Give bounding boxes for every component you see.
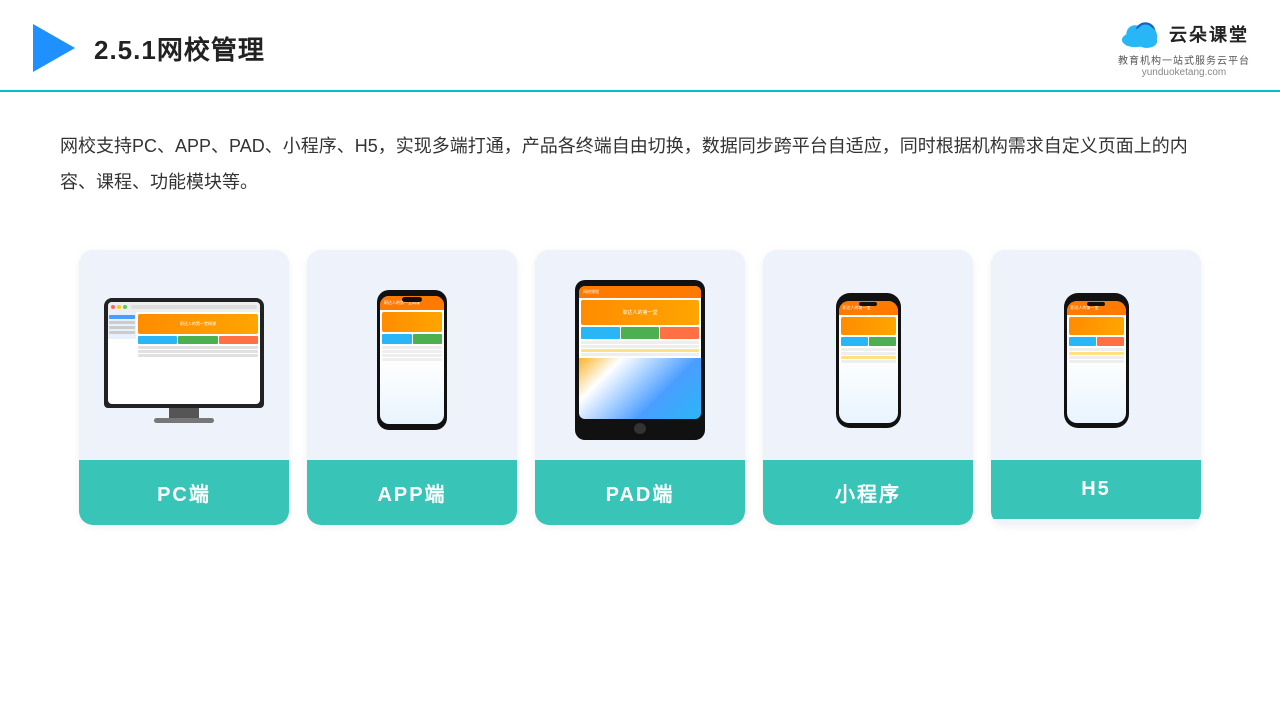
miniapp-phone-mockup: 职达人的第一堂 (836, 293, 901, 428)
logo-area: 云朵课堂 教育机构一站式服务云平台 yunduoketang.com (1118, 18, 1250, 78)
phone-screen: 职达人的第一堂网课 (380, 296, 444, 424)
card-miniapp-image: 职达人的第一堂 (763, 250, 973, 460)
h5-phone-notch (1087, 302, 1105, 306)
card-h5: 职达人的第一堂 H5 (991, 250, 1201, 525)
mini-phone-screen: 职达人的第一堂 (839, 301, 898, 423)
cards-container: 职达人的第一堂网课 (0, 230, 1280, 525)
monitor-base (154, 418, 214, 423)
card-pad: 网校课程 职达人的第一堂 (535, 250, 745, 525)
header: 2.5.1网校管理 云朵课堂 教育机构一站式服务云平台 yunduoketang… (0, 0, 1280, 92)
card-pc-label: PC端 (79, 460, 289, 525)
monitor-stand (169, 408, 199, 418)
pc-mockup: 职达人的第一堂网课 (104, 298, 264, 423)
logo-text: 云朵课堂 (1169, 21, 1249, 47)
card-miniapp: 职达人的第一堂 小程序 (763, 250, 973, 525)
card-app-label: APP端 (307, 460, 517, 525)
cloud-icon (1119, 18, 1163, 50)
card-app-image: 职达人的第一堂网课 (307, 250, 517, 460)
tablet-screen: 网校课程 职达人的第一堂 (579, 286, 701, 419)
h5-phone-screen: 职达人的第一堂 (1067, 301, 1126, 423)
card-pad-image: 网校课程 职达人的第一堂 (535, 250, 745, 460)
page-title: 2.5.1网校管理 (94, 30, 265, 67)
card-app: 职达人的第一堂网课 APP端 (307, 250, 517, 525)
monitor-screen: 职达人的第一堂网课 (108, 302, 260, 404)
play-icon (30, 24, 78, 72)
description-content: 网校支持PC、APP、PAD、小程序、H5，实现多端打通，产品各终端自由切换，数… (60, 136, 1188, 192)
mini-phone-notch (859, 302, 877, 306)
card-pc-image: 职达人的第一堂网课 (79, 250, 289, 460)
logo-tagline: 教育机构一站式服务云平台 (1118, 52, 1250, 67)
tablet-home-btn (634, 423, 646, 434)
phone-notch (402, 297, 422, 302)
description-text: 网校支持PC、APP、PAD、小程序、H5，实现多端打通，产品各终端自由切换，数… (0, 92, 1280, 220)
logo-cloud: 云朵课堂 (1119, 18, 1249, 50)
app-phone-mockup: 职达人的第一堂网课 (377, 290, 447, 430)
h5-phone-mockup: 职达人的第一堂 (1064, 293, 1129, 428)
card-h5-label: H5 (991, 460, 1201, 519)
pad-mockup: 网校课程 职达人的第一堂 (575, 280, 705, 440)
card-h5-image: 职达人的第一堂 (991, 250, 1201, 460)
card-pc: 职达人的第一堂网课 (79, 250, 289, 525)
logo-url: yunduoketang.com (1142, 67, 1227, 78)
monitor-body: 职达人的第一堂网课 (104, 298, 264, 408)
card-miniapp-label: 小程序 (763, 460, 973, 525)
header-left: 2.5.1网校管理 (30, 24, 265, 72)
card-pad-label: PAD端 (535, 460, 745, 525)
